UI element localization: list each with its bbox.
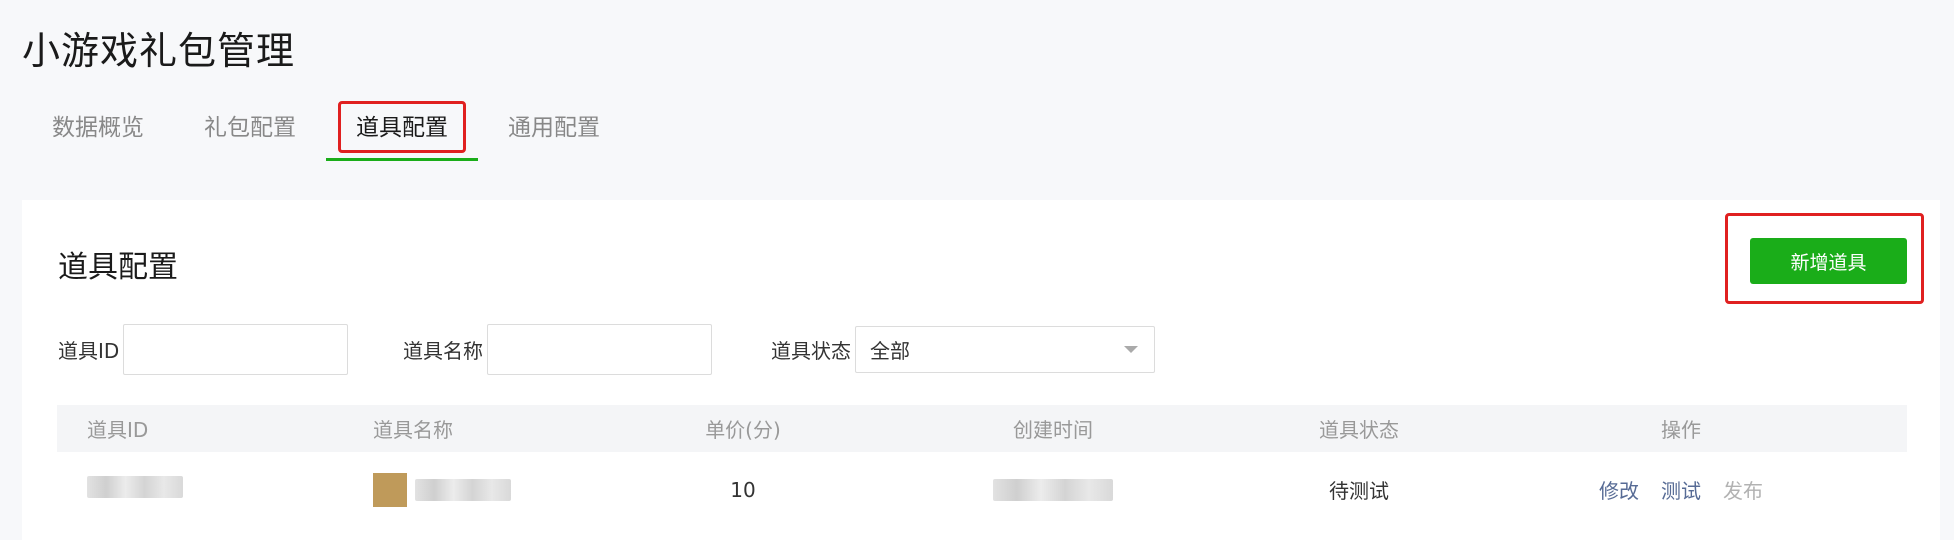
header-item-id: 道具ID [87, 418, 149, 442]
cell-item-name [343, 472, 643, 507]
tab-data-overview[interactable]: 数据概览 [22, 100, 174, 160]
edit-link[interactable]: 修改 [1599, 475, 1639, 504]
item-name-label: 道具名称 [403, 339, 483, 363]
header-actions: 操作 [1661, 418, 1701, 442]
section-title: 道具配置 [58, 250, 178, 285]
item-status-select[interactable]: 全部 [855, 326, 1155, 373]
redacted-item-id [87, 476, 183, 498]
item-id-label: 道具ID [58, 339, 120, 363]
header-item-name: 道具名称 [373, 418, 453, 442]
item-table: 道具ID 道具名称 单价(分) 创建时间 道具状态 操作 10 待测试 修改 测… [57, 405, 1907, 527]
cell-created-time [843, 478, 1263, 501]
page-title: 小游戏礼包管理 [22, 29, 296, 73]
chevron-down-icon [1124, 346, 1138, 353]
item-status-value: 全部 [870, 339, 910, 363]
filter-item-id: 道具ID [58, 324, 349, 375]
cell-item-id [57, 476, 343, 503]
cell-price: 10 [730, 477, 756, 502]
tab-general-config[interactable]: 通用配置 [478, 100, 630, 160]
item-config-panel: 道具配置 新增道具 道具ID 道具名称 道具状态 全部 道具ID 道具名称 单价… [22, 200, 1940, 540]
add-item-button[interactable]: 新增道具 [1750, 238, 1907, 284]
header-created-time: 创建时间 [1013, 418, 1093, 442]
item-name-input[interactable] [487, 324, 712, 375]
tab-gift-config[interactable]: 礼包配置 [174, 100, 326, 160]
header-price: 单价(分) [705, 418, 781, 442]
publish-link: 发布 [1723, 479, 1763, 503]
cell-actions: 修改 测试 发布 [1455, 475, 1907, 504]
cell-item-status: 待测试 [1329, 479, 1389, 503]
filter-item-status: 道具状态 全部 [771, 326, 1155, 373]
redacted-item-name [415, 478, 511, 501]
table-header: 道具ID 道具名称 单价(分) 创建时间 道具状态 操作 [57, 405, 1907, 452]
item-id-input[interactable] [123, 324, 349, 375]
table-row: 10 待测试 修改 测试 发布 [57, 452, 1907, 527]
header-item-status: 道具状态 [1319, 418, 1399, 442]
redacted-created-time [993, 478, 1113, 501]
tab-item-config-label: 道具配置 [356, 115, 448, 141]
tab-item-config[interactable]: 道具配置 [326, 100, 478, 161]
highlight-box: 新增道具 [1725, 213, 1924, 304]
item-thumbnail [373, 472, 407, 507]
item-status-label: 道具状态 [771, 339, 851, 363]
test-link[interactable]: 测试 [1661, 475, 1701, 504]
tab-bar: 数据概览 礼包配置 道具配置 通用配置 [22, 100, 630, 162]
filter-item-name: 道具名称 [403, 324, 712, 375]
